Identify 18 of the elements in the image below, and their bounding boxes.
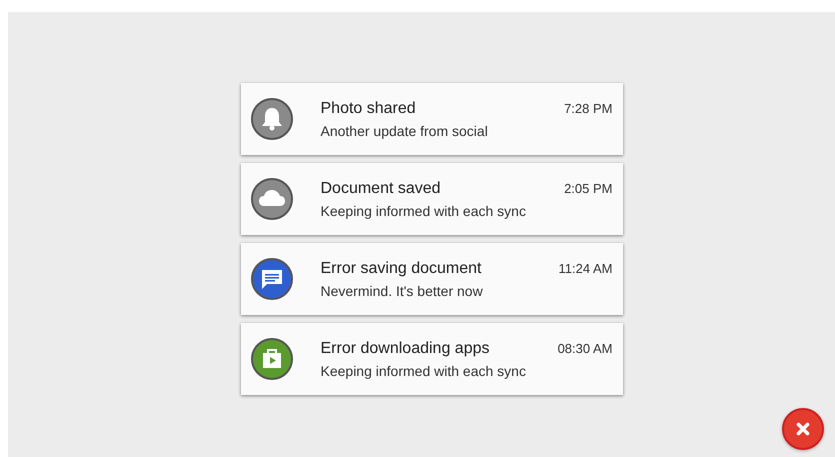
close-button[interactable]	[782, 408, 824, 450]
notification-card[interactable]: Error downloading apps 08:30 AM Keeping informed with each sync	[240, 323, 622, 395]
notification-card[interactable]: Photo shared 7:28 PM Another update from social	[240, 83, 622, 155]
notification-time: 11:24 AM	[558, 260, 612, 276]
notification-text: Keeping informed with each sync	[320, 202, 527, 218]
notification-text: Another update from social	[320, 122, 489, 138]
notification-time: 2:05 PM	[564, 180, 612, 196]
notification-title: Error saving document	[320, 260, 482, 278]
notification-title: Document saved	[320, 180, 441, 198]
notification-time: 08:30 AM	[558, 340, 612, 356]
notification-title: Photo shared	[320, 100, 416, 118]
close-icon	[794, 420, 812, 438]
notification-time: 7:28 PM	[564, 100, 612, 116]
notification-text: Keeping informed with each sync	[320, 362, 527, 378]
notification-title: Error downloading apps	[320, 340, 490, 358]
notification-card[interactable]: Document saved 2:05 PM Keeping informed with each sync	[240, 163, 622, 235]
notification-text: Nevermind. It's better now	[320, 282, 484, 298]
notification-card[interactable]: Error saving document 11:24 AM Nevermind. It's better now	[240, 243, 622, 315]
